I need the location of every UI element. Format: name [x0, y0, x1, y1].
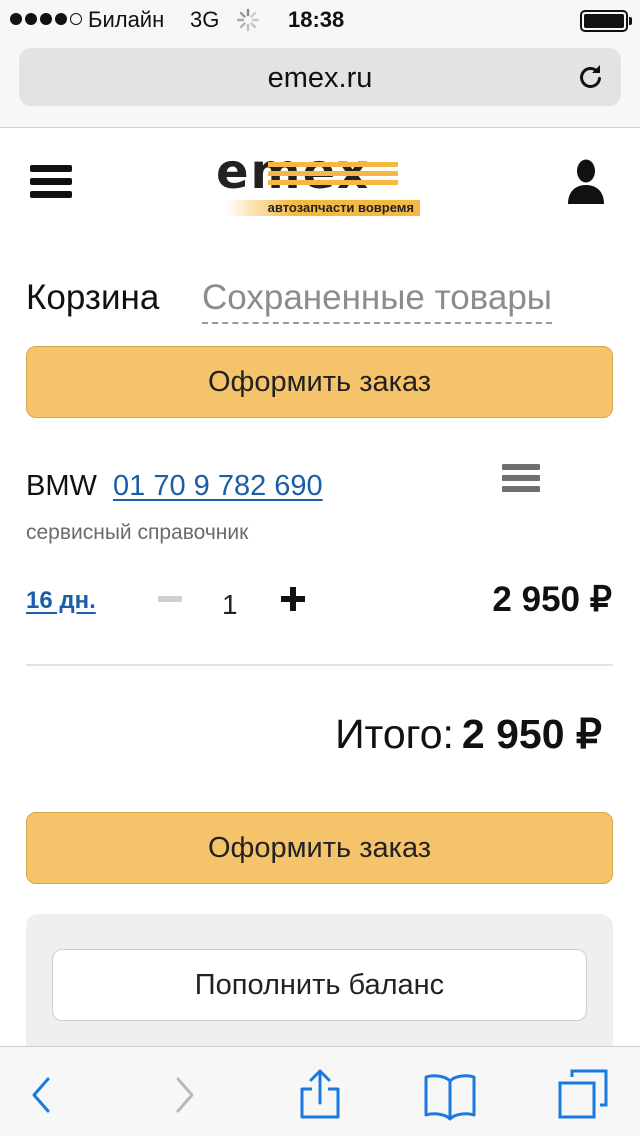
balance-panel: Пополнить баланс: [26, 914, 613, 1064]
logo-tagline: автозапчасти вовремя: [226, 200, 420, 216]
status-bar: Билайн 3G 18:38: [0, 0, 640, 40]
forward-chevron-icon[interactable]: [156, 1067, 212, 1123]
divider: [26, 664, 613, 666]
item-brand: BMW: [26, 470, 97, 502]
share-icon[interactable]: [292, 1067, 348, 1123]
top-up-balance-button[interactable]: Пополнить баланс: [52, 949, 587, 1021]
checkout-button-bottom[interactable]: Оформить заказ: [26, 812, 613, 884]
reload-icon[interactable]: [575, 61, 607, 93]
list-menu-icon[interactable]: [502, 464, 540, 496]
hamburger-menu-icon[interactable]: [30, 165, 72, 199]
browser-toolbar: [0, 1046, 640, 1136]
emex-logo[interactable]: emex автозапчасти вовремя: [216, 146, 420, 218]
item-price: 2 950 ₽: [492, 580, 612, 619]
logo-stripes-icon: [268, 162, 398, 185]
tab-saved-items[interactable]: Сохраненные товары: [202, 278, 552, 324]
order-total: Итого: 2 950 ₽: [335, 710, 602, 758]
quantity-increase-button[interactable]: [281, 587, 305, 611]
back-chevron-icon[interactable]: [14, 1067, 70, 1123]
total-value: 2 950 ₽: [461, 711, 602, 757]
bookmarks-book-icon[interactable]: [422, 1067, 478, 1123]
user-silhouette-icon[interactable]: [566, 158, 606, 204]
carrier-name: Билайн: [88, 7, 165, 32]
delivery-time-link[interactable]: 16 дн.: [26, 587, 96, 615]
item-description: сервисный справочник: [26, 521, 249, 544]
total-label: Итого:: [335, 711, 454, 757]
battery-icon: [580, 10, 632, 32]
tab-cart[interactable]: Корзина: [26, 278, 159, 318]
quantity-value: 1: [222, 589, 238, 620]
network-type: 3G: [190, 7, 220, 32]
activity-spinner-icon: [236, 8, 260, 32]
address-bar[interactable]: emex.ru: [19, 48, 621, 106]
clock: 18:38: [288, 7, 345, 32]
tabs-icon[interactable]: [556, 1067, 612, 1123]
quantity-decrease-button[interactable]: [158, 596, 182, 602]
checkout-button-top[interactable]: Оформить заказ: [26, 346, 613, 418]
browser-address-area: emex.ru: [0, 40, 640, 128]
url-text[interactable]: emex.ru: [19, 62, 621, 95]
item-article-link[interactable]: 01 70 9 782 690: [113, 470, 323, 503]
signal-strength-icon: [10, 13, 82, 25]
